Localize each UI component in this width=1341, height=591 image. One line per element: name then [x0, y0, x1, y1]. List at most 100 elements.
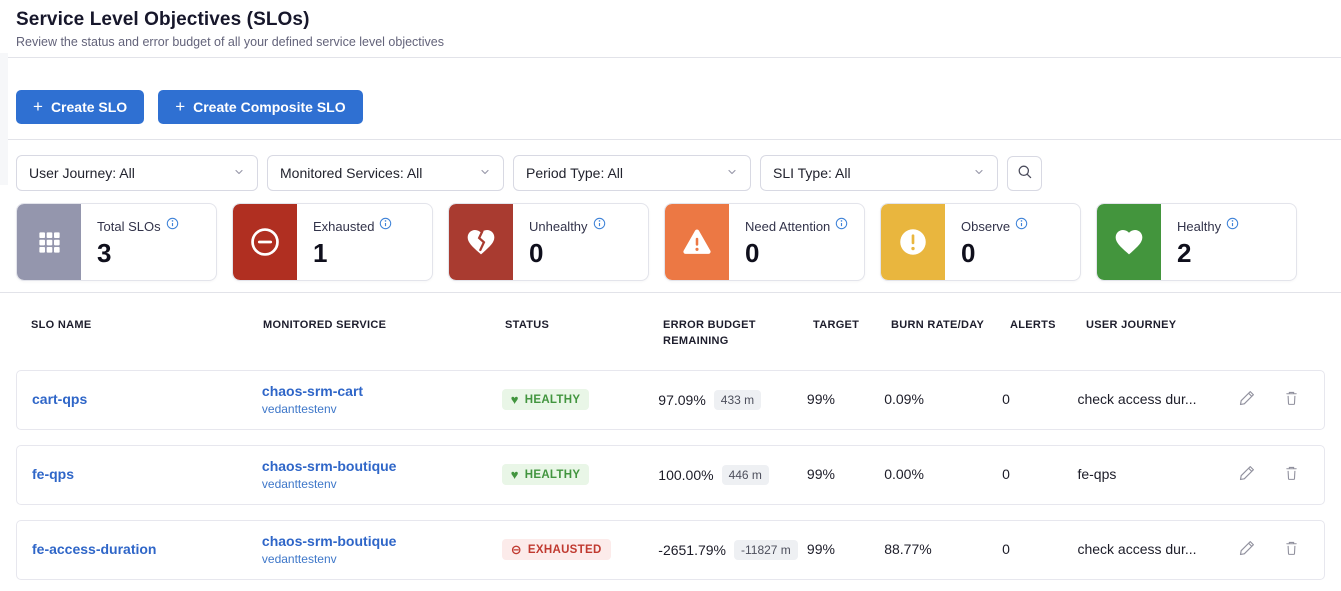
environment-link[interactable]: vedanttestenv	[262, 552, 502, 566]
period-type-filter[interactable]: Period Type: All	[513, 155, 751, 191]
create-slo-button[interactable]: + Create SLO	[16, 90, 144, 124]
error-budget-percent: -2651.79%	[658, 542, 726, 558]
stat-label: Observe	[961, 219, 1010, 234]
slo-name-link[interactable]: cart-qps	[32, 391, 87, 407]
search-icon	[1017, 164, 1033, 183]
chevron-down-icon	[726, 165, 738, 181]
search-button[interactable]	[1007, 156, 1042, 191]
alerts-count: 0	[1002, 391, 1010, 407]
healthy-heart-icon: ♥	[511, 393, 519, 406]
delete-button[interactable]	[1281, 387, 1302, 412]
status-badge: ♥ HEALTHY	[502, 389, 590, 410]
warning-triangle-icon	[665, 204, 729, 280]
healthy-heart-icon: ♥	[511, 468, 519, 481]
environment-link[interactable]: vedanttestenv	[262, 402, 502, 416]
slo-name-link[interactable]: fe-qps	[32, 466, 74, 482]
status-label: HEALTHY	[525, 394, 581, 406]
table-row[interactable]: cart-qps chaos-srm-cart vedanttestenv ♥ …	[16, 370, 1325, 430]
status-badge: ♥ HEALTHY	[502, 464, 590, 485]
trash-icon	[1283, 389, 1300, 410]
create-composite-slo-button[interactable]: + Create Composite SLO	[158, 90, 362, 124]
target-value: 99%	[807, 391, 835, 407]
error-budget-percent: 97.09%	[658, 392, 705, 408]
pencil-icon	[1238, 539, 1256, 560]
exclamation-circle-icon	[881, 204, 945, 280]
user-journey-value: fe-qps	[1077, 466, 1116, 482]
column-header-error-budget: ERROR BUDGET REMAINING	[663, 318, 813, 350]
stat-value: 1	[313, 238, 392, 269]
monitored-services-filter-value: Monitored Services: All	[280, 165, 422, 181]
column-header-slo-name: SLO NAME	[31, 318, 263, 350]
heart-icon	[1097, 204, 1161, 280]
minus-circle-icon: ⊖	[511, 543, 522, 556]
filter-bar: User Journey: All Monitored Services: Al…	[0, 140, 1341, 191]
burn-rate-value: 0.00%	[884, 466, 924, 482]
slo-table: SLO NAME MONITORED SERVICE STATUS ERROR …	[0, 293, 1341, 580]
monitored-service-link[interactable]: chaos-srm-cart	[262, 383, 502, 399]
sli-type-filter-value: SLI Type: All	[773, 165, 851, 181]
error-budget-minutes-chip: -11827 m	[734, 540, 798, 560]
info-icon[interactable]	[593, 217, 606, 235]
stat-cards: Total SLOs 3 Exhausted 1 Unhealthy 0	[0, 191, 1341, 293]
sli-type-filter[interactable]: SLI Type: All	[760, 155, 998, 191]
error-budget-minutes-chip: 446 m	[722, 465, 769, 485]
info-icon[interactable]	[1226, 217, 1239, 235]
stat-card-healthy[interactable]: Healthy 2	[1096, 203, 1297, 281]
info-icon[interactable]	[166, 217, 179, 235]
column-header-status: STATUS	[505, 318, 663, 350]
stat-value: 2	[1177, 238, 1239, 269]
monitored-services-filter[interactable]: Monitored Services: All	[267, 155, 504, 191]
alerts-count: 0	[1002, 541, 1010, 557]
chevron-down-icon	[479, 165, 491, 181]
column-header-alerts: ALERTS	[1010, 318, 1086, 350]
broken-heart-icon	[449, 204, 513, 280]
chevron-down-icon	[233, 165, 245, 181]
stat-card-total-slos[interactable]: Total SLOs 3	[16, 203, 217, 281]
edit-button[interactable]	[1236, 462, 1258, 487]
user-journey-filter[interactable]: User Journey: All	[16, 155, 258, 191]
plus-icon: +	[175, 98, 185, 115]
stat-label: Total SLOs	[97, 219, 161, 234]
column-header-actions	[1246, 318, 1325, 350]
plus-icon: +	[33, 98, 43, 115]
create-composite-slo-label: Create Composite SLO	[193, 99, 345, 115]
stat-card-need-attention[interactable]: Need Attention 0	[664, 203, 865, 281]
stat-card-unhealthy[interactable]: Unhealthy 0	[448, 203, 649, 281]
delete-button[interactable]	[1281, 537, 1302, 562]
info-icon[interactable]	[379, 217, 392, 235]
trash-icon	[1283, 464, 1300, 485]
toolbar: + Create SLO + Create Composite SLO	[0, 58, 1341, 140]
page-subtitle: Review the status and error budget of al…	[16, 35, 1325, 49]
left-gutter	[0, 53, 8, 185]
chevron-down-icon	[973, 165, 985, 181]
table-row[interactable]: fe-access-duration chaos-srm-boutique ve…	[16, 520, 1325, 580]
stat-value: 0	[529, 238, 606, 269]
table-row[interactable]: fe-qps chaos-srm-boutique vedanttestenv …	[16, 445, 1325, 505]
user-journey-value: check access dur...	[1077, 541, 1196, 557]
monitored-service-link[interactable]: chaos-srm-boutique	[262, 458, 502, 474]
target-value: 99%	[807, 466, 835, 482]
monitored-service-link[interactable]: chaos-srm-boutique	[262, 533, 502, 549]
pencil-icon	[1238, 464, 1256, 485]
status-label: HEALTHY	[525, 469, 581, 481]
stat-label: Healthy	[1177, 219, 1221, 234]
stat-card-observe[interactable]: Observe 0	[880, 203, 1081, 281]
edit-button[interactable]	[1236, 537, 1258, 562]
error-budget-percent: 100.00%	[658, 467, 713, 483]
slo-name-link[interactable]: fe-access-duration	[32, 541, 156, 557]
edit-button[interactable]	[1236, 387, 1258, 412]
stat-label: Need Attention	[745, 219, 830, 234]
column-header-monitored-service: MONITORED SERVICE	[263, 318, 505, 350]
create-slo-label: Create SLO	[51, 99, 127, 115]
trash-icon	[1283, 539, 1300, 560]
info-icon[interactable]	[1015, 217, 1028, 235]
status-label: EXHAUSTED	[528, 544, 602, 556]
stat-label: Unhealthy	[529, 219, 588, 234]
delete-button[interactable]	[1281, 462, 1302, 487]
stat-card-exhausted[interactable]: Exhausted 1	[232, 203, 433, 281]
environment-link[interactable]: vedanttestenv	[262, 477, 502, 491]
info-icon[interactable]	[835, 217, 848, 235]
alerts-count: 0	[1002, 466, 1010, 482]
column-header-target: TARGET	[813, 318, 891, 350]
stat-value: 0	[961, 238, 1028, 269]
